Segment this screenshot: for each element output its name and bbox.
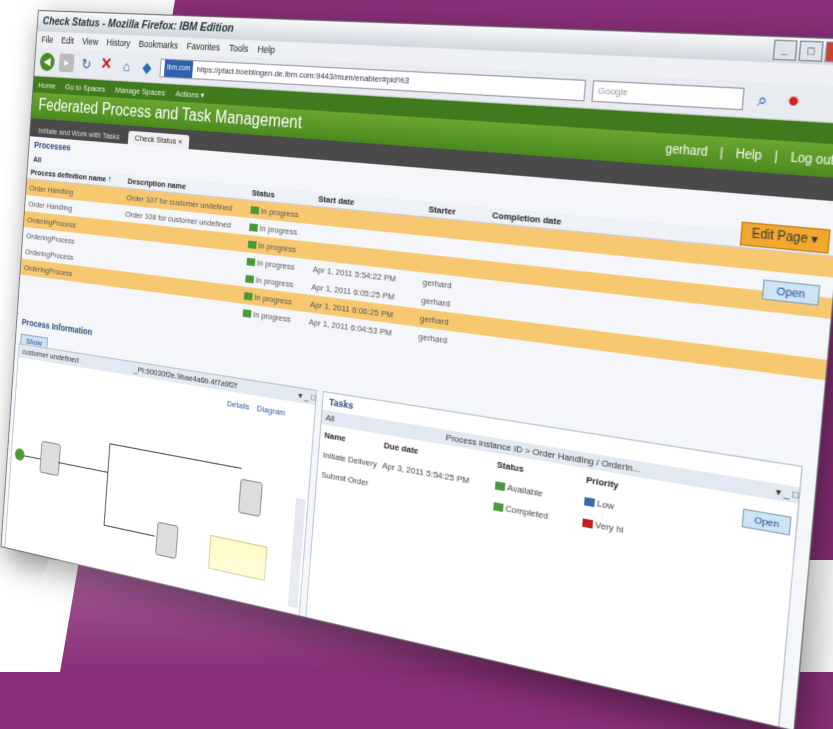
available-icon	[494, 480, 506, 491]
tasks-filter[interactable]: All	[325, 413, 334, 424]
activity-node[interactable]	[39, 440, 61, 477]
activity-node[interactable]	[155, 521, 179, 560]
menu-bookmarks[interactable]: Bookmarks	[138, 39, 178, 51]
flow-line	[103, 443, 111, 525]
adblock-icon[interactable]: ●	[781, 90, 806, 114]
help-link[interactable]: Help	[735, 147, 762, 163]
home-icon[interactable]: ⌂	[118, 56, 135, 75]
user-name[interactable]: gerhard	[665, 143, 708, 160]
panel-controls-icon[interactable]: ▾ _ □	[775, 486, 799, 501]
menu-tools[interactable]: Tools	[229, 43, 249, 55]
in-progress-icon	[243, 291, 253, 301]
flow-line	[109, 443, 242, 469]
in-progress-icon	[245, 274, 255, 283]
logout-link[interactable]: Log out	[790, 151, 833, 168]
flow-line	[57, 462, 108, 473]
diagram-link[interactable]: Diagram	[257, 403, 286, 417]
diagram-links: Details Diagram	[227, 399, 286, 418]
details-link[interactable]: Details	[227, 399, 250, 412]
menu-view[interactable]: View	[82, 36, 99, 47]
window-controls: _ □ ×	[772, 39, 833, 64]
window-title: Check Status - Mozilla Firefox: IBM Edit…	[42, 15, 235, 36]
site-identity-badge[interactable]: ibm.com	[163, 59, 194, 79]
start-event-icon	[14, 447, 25, 462]
search-input[interactable]: Google	[591, 80, 745, 111]
in-progress-icon	[242, 308, 252, 318]
maximize-icon[interactable]: □	[798, 40, 824, 62]
nav-actions[interactable]: Actions ▾	[175, 88, 205, 99]
reload-icon[interactable]: ↻	[78, 54, 94, 73]
menu-file[interactable]: File	[41, 34, 53, 45]
stop-icon[interactable]: ✕	[98, 55, 114, 74]
url-text: https://pfact.boeblingen.de.ibm.com:9443…	[196, 64, 410, 86]
bookmark-star-icon[interactable]: ◆	[139, 57, 156, 77]
user-links: gerhard | Help | Log out	[665, 142, 833, 169]
completed-icon	[493, 501, 504, 512]
menu-help[interactable]: Help	[257, 44, 275, 56]
menu-edit[interactable]: Edit	[61, 35, 74, 46]
forward-icon[interactable]: ▸	[58, 53, 75, 73]
menu-history[interactable]: History	[106, 37, 130, 48]
in-progress-icon	[247, 240, 257, 249]
window-reflection	[11, 560, 833, 672]
back-icon[interactable]: ◀	[39, 52, 56, 72]
nav-manage-spaces[interactable]: Manage Spaces	[115, 85, 165, 97]
close-icon[interactable]: ×	[824, 41, 833, 64]
menu-favorites[interactable]: Favorites	[186, 41, 220, 53]
priority-high-icon	[582, 517, 594, 528]
in-progress-icon	[250, 205, 260, 214]
nav-home[interactable]: Home	[38, 80, 56, 90]
priority-low-icon	[584, 496, 596, 507]
minimize-icon[interactable]: _	[772, 39, 798, 61]
in-progress-icon	[246, 257, 256, 266]
activity-node[interactable]	[238, 478, 263, 518]
in-progress-icon	[249, 222, 259, 232]
search-icon[interactable]: ⌕	[750, 88, 775, 112]
panel-controls-icon[interactable]: ▾ _ □	[298, 390, 316, 403]
nav-go-to-spaces[interactable]: Go to Spaces	[65, 82, 106, 94]
flow-line	[103, 524, 155, 537]
flow-line	[24, 455, 41, 460]
